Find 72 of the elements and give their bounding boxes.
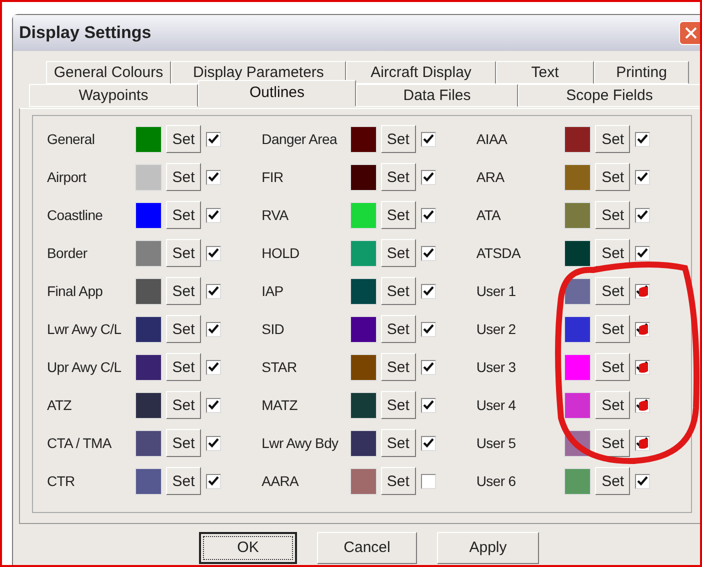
- outline-label: General: [47, 130, 96, 148]
- outline-label: Final App: [47, 282, 104, 301]
- set-button[interactable]: Set: [380, 163, 416, 191]
- outline-label: CTA / TMA: [47, 434, 112, 452]
- tab[interactable]: Printing: [594, 61, 689, 84]
- set-button[interactable]: Set: [166, 315, 201, 343]
- dialog-button[interactable]: Cancel: [317, 532, 417, 564]
- set-button[interactable]: Set: [380, 315, 416, 343]
- set-button[interactable]: Set: [166, 391, 201, 419]
- outline-label: RVA: [262, 206, 290, 224]
- outline-label: ARA: [476, 168, 506, 186]
- set-button[interactable]: Set: [595, 315, 630, 343]
- outline-label: CTR: [47, 472, 76, 490]
- outline-label: User 3: [476, 358, 517, 376]
- tab[interactable]: Waypoints: [29, 84, 198, 107]
- outline-label: ATZ: [47, 396, 73, 414]
- set-button[interactable]: Set: [166, 125, 201, 153]
- outline-label: Coastline: [47, 206, 104, 224]
- outline-label: User 2: [476, 320, 517, 338]
- dialog-button[interactable]: OK: [199, 532, 297, 564]
- outline-label: IAP: [262, 282, 284, 300]
- tab[interactable]: General Colours: [46, 61, 171, 84]
- set-button[interactable]: Set: [166, 163, 201, 191]
- tab[interactable]: Aircraft Display: [346, 61, 496, 84]
- set-button[interactable]: Set: [166, 467, 201, 495]
- outline-label: HOLD: [262, 244, 300, 262]
- set-button[interactable]: Set: [595, 353, 630, 381]
- set-button[interactable]: Set: [595, 239, 630, 267]
- set-button[interactable]: Set: [166, 239, 201, 267]
- dialog-button[interactable]: Apply: [437, 532, 539, 564]
- outline-label: User 1: [476, 282, 517, 300]
- outline-label: User 5: [476, 434, 517, 452]
- outline-label: Danger Area: [262, 130, 338, 149]
- set-button[interactable]: Set: [166, 353, 201, 381]
- tab[interactable]: Data Files: [356, 84, 518, 107]
- outline-label: Airport: [47, 168, 88, 187]
- set-button[interactable]: Set: [595, 277, 630, 305]
- outline-label: User 6: [476, 472, 517, 490]
- set-button[interactable]: Set: [380, 467, 416, 495]
- set-button[interactable]: Set: [380, 353, 416, 381]
- outline-label: Lwr Awy Bdy: [262, 434, 340, 453]
- outline-label: Border: [47, 244, 88, 262]
- outline-label: SID: [262, 320, 286, 338]
- outline-label: AIAA: [476, 130, 508, 148]
- set-button[interactable]: Set: [595, 125, 630, 153]
- set-button[interactable]: Set: [595, 163, 630, 191]
- set-button[interactable]: Set: [380, 429, 416, 457]
- set-button[interactable]: Set: [380, 277, 416, 305]
- window-title: Display Settings: [19, 22, 152, 44]
- outline-label: AARA: [262, 472, 300, 490]
- outline-label: STAR: [262, 358, 298, 376]
- set-button[interactable]: Set: [166, 277, 201, 305]
- set-button[interactable]: Set: [380, 201, 416, 229]
- outline-label: ATSDA: [476, 244, 522, 262]
- set-button[interactable]: Set: [380, 391, 416, 419]
- set-button[interactable]: Set: [595, 201, 630, 229]
- outline-label: Lwr Awy C/L: [47, 320, 122, 339]
- set-button[interactable]: Set: [380, 125, 416, 153]
- tab[interactable]: Scope Fields: [518, 84, 700, 107]
- set-button[interactable]: Set: [380, 239, 416, 267]
- set-button[interactable]: Set: [595, 467, 630, 495]
- outline-label: ATA: [476, 206, 502, 224]
- set-button[interactable]: Set: [166, 201, 201, 229]
- outline-label: FIR: [262, 168, 284, 186]
- outline-label: MATZ: [262, 396, 299, 414]
- set-button[interactable]: Set: [166, 429, 201, 457]
- outline-label: User 4: [476, 396, 517, 414]
- outline-label: Upr Awy C/L: [47, 358, 122, 377]
- set-button[interactable]: Set: [595, 429, 630, 457]
- tab[interactable]: Outlines: [198, 80, 356, 106]
- set-button[interactable]: Set: [595, 391, 630, 419]
- tab[interactable]: Text: [496, 61, 594, 84]
